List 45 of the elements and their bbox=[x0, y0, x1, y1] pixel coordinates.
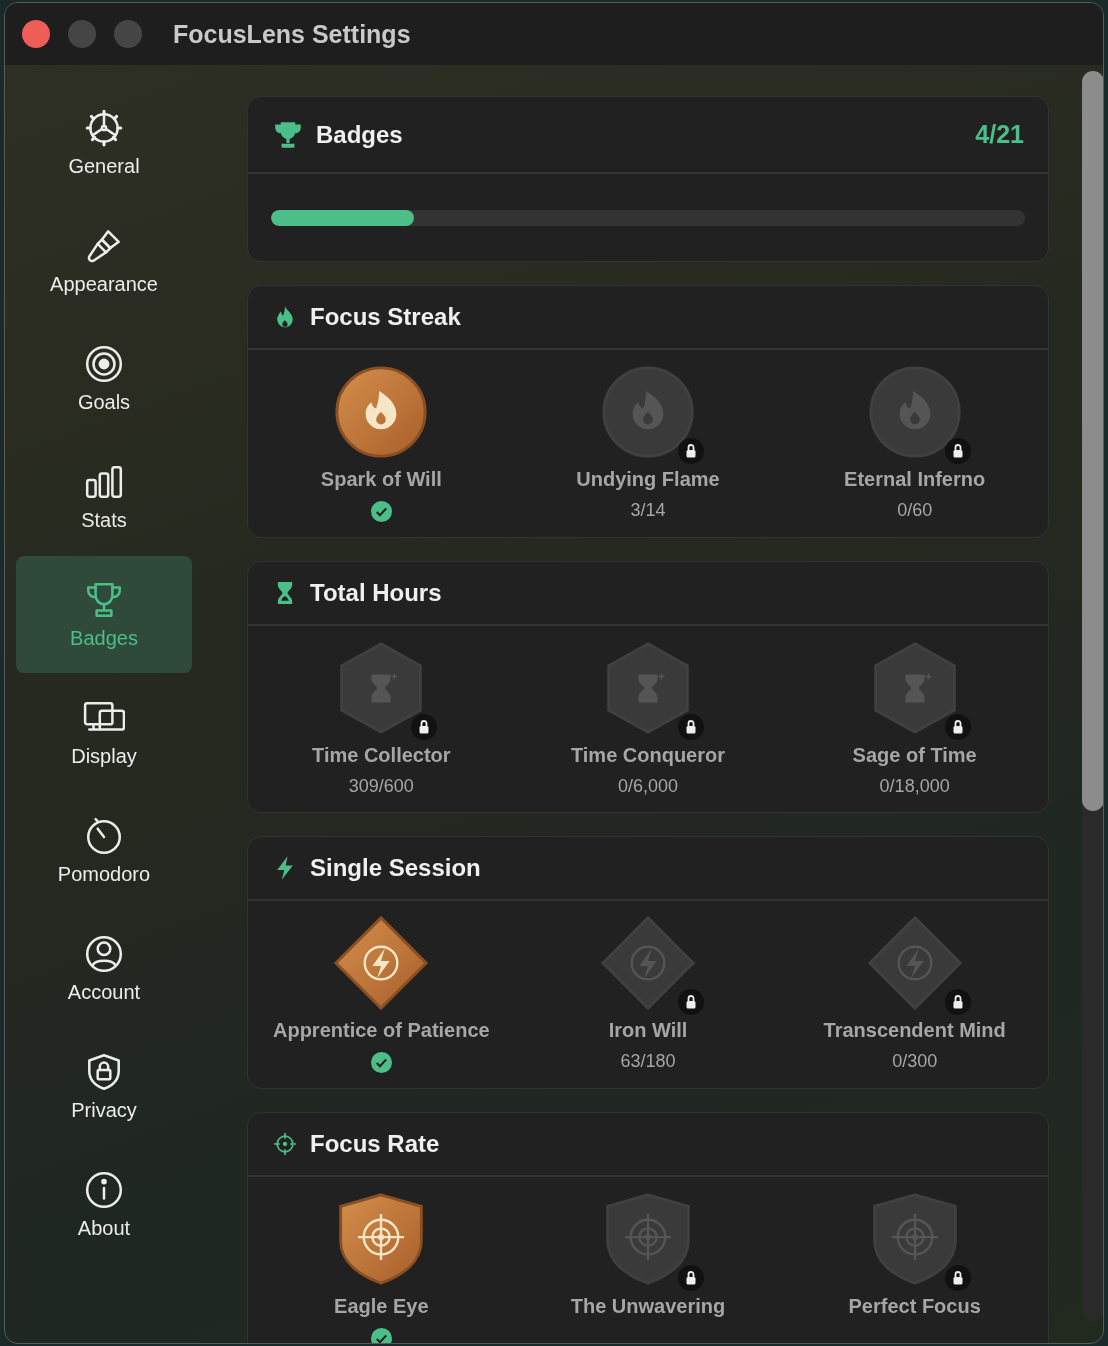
badge-name: Sage of Time bbox=[852, 744, 977, 767]
sidebar-item[interactable]: Display bbox=[16, 674, 192, 791]
progress-count: 3/14 bbox=[630, 500, 666, 522]
progress-count: 0/300 bbox=[892, 1051, 938, 1073]
gear-icon bbox=[83, 107, 125, 149]
badge-name: Transcendent Mind bbox=[823, 1019, 1006, 1042]
progress-count: 309/600 bbox=[348, 776, 414, 798]
sidebar-item[interactable]: General bbox=[16, 84, 192, 201]
badge-name: Time Collector bbox=[312, 744, 451, 767]
progress-count: 0/18,000 bbox=[879, 776, 950, 798]
badge-name: Undying Flame bbox=[576, 468, 720, 491]
window-title: FocusLens Settings bbox=[173, 19, 411, 49]
card-title: Badges bbox=[316, 120, 403, 149]
badge-name: Perfect Focus bbox=[848, 1295, 981, 1318]
progress-count: 0/60 bbox=[897, 500, 933, 522]
minimize-button[interactable] bbox=[68, 20, 96, 48]
zoom-button[interactable] bbox=[114, 20, 142, 48]
sidebar-item[interactable]: Account bbox=[16, 910, 192, 1027]
badge-name: Spark of Will bbox=[320, 468, 442, 491]
section-title: Single Session bbox=[310, 854, 481, 882]
close-button[interactable] bbox=[22, 20, 50, 48]
badge-name: Apprentice of Patience bbox=[272, 1019, 490, 1042]
info-icon bbox=[83, 1169, 125, 1211]
sidebar-item[interactable]: Goals bbox=[16, 320, 192, 437]
sidebar-item[interactable]: Pomodoro bbox=[16, 792, 192, 909]
badge-count: 4/21 bbox=[975, 120, 1024, 149]
person-icon bbox=[83, 933, 125, 975]
sidebar-item[interactable]: Privacy bbox=[16, 1028, 192, 1145]
target-icon bbox=[83, 343, 125, 385]
crosshair-icon bbox=[272, 1131, 298, 1157]
progress-count: 63/180 bbox=[620, 1051, 676, 1073]
badge-name: Eagle Eye bbox=[334, 1295, 429, 1318]
progress-count: 0/6,000 bbox=[617, 776, 678, 798]
sidebar-item[interactable]: Badges bbox=[16, 556, 192, 673]
scroll-thumb[interactable] bbox=[1082, 71, 1103, 811]
sidebar-item[interactable]: Appearance bbox=[16, 202, 192, 319]
section-title: Total Hours bbox=[310, 579, 442, 607]
badge-name: Eternal Inferno bbox=[844, 468, 986, 491]
badge-name: Iron Will bbox=[608, 1019, 688, 1042]
section-title: Focus Rate bbox=[310, 1130, 440, 1158]
badge-name: Time Conqueror bbox=[570, 744, 726, 767]
section-title: Focus Streak bbox=[310, 303, 461, 331]
badge-name: The Unwavering bbox=[570, 1295, 726, 1318]
sidebar-item[interactable]: Stats bbox=[16, 438, 192, 555]
sidebar-item[interactable]: About bbox=[16, 1146, 192, 1263]
